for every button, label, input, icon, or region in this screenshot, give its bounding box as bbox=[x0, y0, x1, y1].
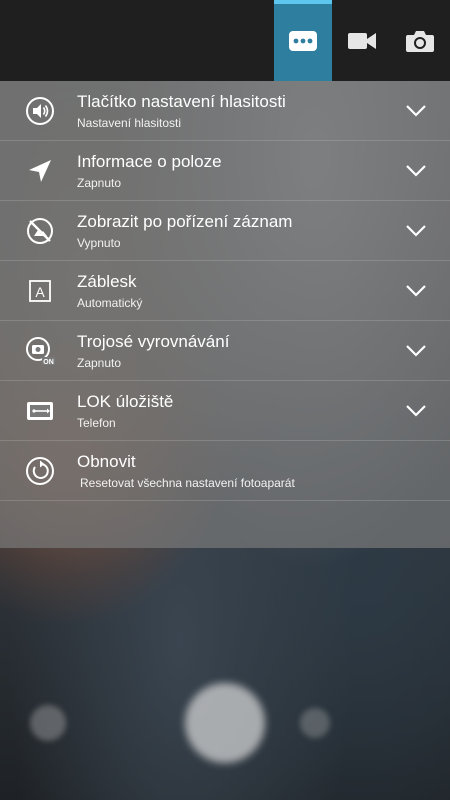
chevron-down-icon bbox=[406, 165, 426, 177]
setting-reset[interactable]: Obnovit Resetovat všechna nastavení foto… bbox=[0, 441, 450, 501]
chevron-down-icon bbox=[406, 105, 426, 117]
volume-icon bbox=[24, 95, 56, 127]
location-icon bbox=[24, 155, 56, 187]
setting-value: Telefon bbox=[77, 416, 116, 430]
setting-title: Tlačítko nastavení hlasitosti bbox=[77, 92, 286, 111]
chevron-down-icon bbox=[406, 345, 426, 357]
dots-icon bbox=[289, 30, 317, 51]
svg-text:A: A bbox=[35, 284, 45, 300]
setting-stabilization[interactable]: ON Trojosé vyrovnávání Zapnuto bbox=[0, 321, 450, 381]
setting-title: LOK úložiště bbox=[77, 392, 174, 411]
setting-value: Vypnuto bbox=[77, 236, 121, 250]
setting-title: Trojosé vyrovnávání bbox=[77, 332, 230, 351]
setting-value: Zapnuto bbox=[77, 356, 122, 370]
photo-mode-button[interactable] bbox=[391, 0, 449, 81]
settings-panel: Tlačítko nastavení hlasitosti Nastavení … bbox=[0, 81, 450, 548]
setting-flash[interactable]: A Záblesk Automatický bbox=[0, 261, 450, 321]
no-preview-icon bbox=[24, 215, 56, 247]
setting-show-after-capture[interactable]: Zobrazit po pořízení záznamu Vypnuto bbox=[0, 201, 450, 261]
switch-camera-button[interactable] bbox=[300, 708, 330, 738]
setting-volume-key[interactable]: Tlačítko nastavení hlasitosti Nastavení … bbox=[0, 81, 450, 141]
shutter-button[interactable] bbox=[185, 683, 265, 763]
gallery-thumbnail-button[interactable] bbox=[30, 705, 66, 741]
camera-icon bbox=[406, 30, 434, 52]
setting-value: Automatický bbox=[77, 296, 143, 310]
setting-value: Resetovat všechna nastavení fotoaparátu bbox=[80, 476, 295, 490]
video-camera-icon bbox=[348, 32, 376, 49]
setting-title: Záblesk bbox=[77, 272, 137, 291]
setting-title: Zobrazit po pořízení záznamu bbox=[77, 212, 292, 231]
stabilization-icon: ON bbox=[24, 335, 56, 367]
chevron-down-icon bbox=[406, 225, 426, 237]
setting-title: Informace o poloze bbox=[77, 152, 222, 171]
storage-icon bbox=[24, 395, 56, 427]
flash-auto-icon: A bbox=[24, 275, 56, 307]
setting-location-info[interactable]: Informace o poloze Zapnuto bbox=[0, 141, 450, 201]
top-bar bbox=[0, 0, 450, 81]
video-mode-button[interactable] bbox=[333, 0, 391, 81]
chevron-down-icon bbox=[406, 405, 426, 417]
svg-text:ON: ON bbox=[43, 359, 54, 366]
reset-icon bbox=[24, 455, 56, 487]
more-options-button[interactable] bbox=[274, 0, 332, 81]
setting-title: Obnovit bbox=[77, 452, 136, 471]
setting-storage[interactable]: LOK úložiště Telefon bbox=[0, 381, 450, 441]
setting-value: Zapnuto bbox=[77, 176, 122, 190]
setting-value: Nastavení hlasitosti bbox=[77, 116, 182, 130]
chevron-down-icon bbox=[406, 285, 426, 297]
